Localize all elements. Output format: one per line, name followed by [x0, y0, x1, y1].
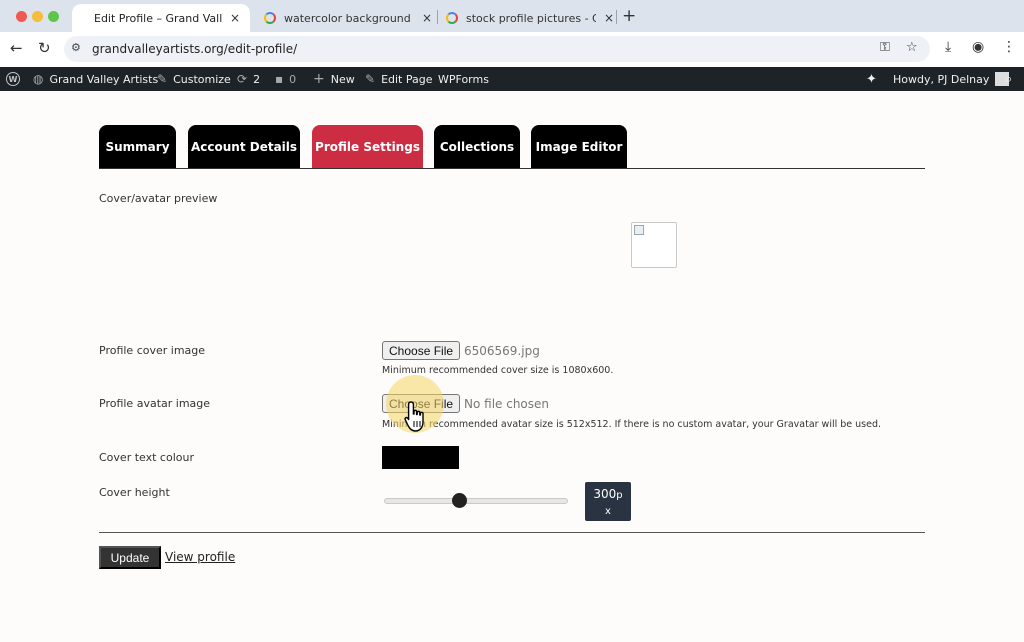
google-icon: [264, 12, 276, 24]
cover-file-name: 6506569.jpg: [464, 344, 540, 358]
close-icon[interactable]: ×: [230, 11, 240, 25]
comments-count: 0: [289, 72, 297, 86]
menu-icon[interactable]: ⋮: [1002, 39, 1016, 55]
height-unit: p: [616, 490, 623, 501]
height-unit: x: [605, 506, 611, 517]
cover-text-colour-picker[interactable]: [382, 446, 459, 469]
password-key-icon[interactable]: ⚿: [880, 40, 890, 55]
tab-label: Account Details: [190, 139, 298, 154]
wordpress-icon: W: [6, 72, 20, 86]
cover-choose-file-button[interactable]: Choose File: [382, 341, 461, 360]
cover-image-label: Profile cover image: [99, 344, 206, 357]
close-icon[interactable]: ×: [604, 11, 614, 25]
cover-text-colour-label: Cover text colour: [99, 451, 194, 464]
wpforms-menu[interactable]: WPForms: [438, 67, 489, 91]
tab-title: Edit Profile – Grand Valley Artists: [94, 11, 222, 25]
new-label: New: [330, 72, 355, 86]
edit-page-label: Edit Page: [381, 72, 433, 86]
avatar-file-name: No file chosen: [464, 397, 550, 411]
tab-separator: [437, 10, 438, 24]
customize-link[interactable]: ✎ Customize: [157, 67, 231, 91]
browser-toolbar: ← ↻ ⚙ grandvalleyartists.org/edit-profil…: [0, 32, 1024, 67]
plus-icon: +: [313, 71, 325, 87]
cover-height-label: Cover height: [99, 486, 170, 499]
howdy-label: Howdy, PJ Delnay: [893, 72, 990, 86]
comments-link[interactable]: ▪ 0: [275, 67, 296, 91]
tab-label: Profile Settings: [315, 139, 420, 154]
dashboard-icon: ◍: [33, 72, 44, 86]
new-content-menu[interactable]: + New: [313, 67, 355, 91]
tab-title: watercolor background images: [284, 11, 414, 25]
my-account-menu[interactable]: Howdy, PJ Delnay: [893, 67, 1010, 91]
customize-label: Customize: [173, 72, 231, 86]
close-window-button[interactable]: [16, 11, 27, 22]
wp-admin-bar: W ◍ Grand Valley Artists ✎ Customize ⟳ 2…: [0, 67, 1024, 91]
profile-icon[interactable]: ◉: [972, 39, 984, 55]
ai-assistant-button[interactable]: ✦: [866, 67, 883, 91]
tab-title: stock profile pictures - Google: [466, 11, 596, 25]
tabs-divider: [99, 168, 925, 169]
tab-collections[interactable]: Collections: [434, 125, 520, 168]
height-number: 300: [593, 487, 617, 501]
back-arrow-icon[interactable]: ←: [10, 39, 23, 57]
tab-account-details[interactable]: Account Details: [188, 125, 300, 168]
comments-icon: ▪: [275, 72, 284, 86]
site-name: Grand Valley Artists: [49, 72, 159, 86]
pencil-icon: ✎: [365, 72, 376, 86]
cover-avatar-preview-image: [631, 222, 677, 268]
wpforms-label: WPForms: [438, 72, 489, 86]
tab-image-editor[interactable]: Image Editor: [531, 125, 627, 168]
wp-logo-menu[interactable]: W: [6, 67, 20, 91]
tab-label: Image Editor: [535, 139, 623, 154]
update-button[interactable]: Update: [99, 546, 161, 569]
updates-link[interactable]: ⟳ 2: [237, 67, 260, 91]
browser-tab-strip: Edit Profile – Grand Valley Artists × wa…: [0, 0, 1024, 32]
view-profile-link[interactable]: View profile: [165, 550, 235, 564]
download-icon[interactable]: ⤓: [945, 39, 951, 55]
tab-label: Collections: [439, 139, 515, 154]
cover-size-hint: Minimum recommended cover size is 1080x6…: [382, 365, 614, 376]
avatar-image-label: Profile avatar image: [99, 397, 211, 410]
close-icon[interactable]: ×: [422, 11, 432, 25]
preview-label: Cover/avatar preview: [99, 192, 218, 205]
address-bar[interactable]: ⚙ grandvalleyartists.org/edit-profile/ ⚿…: [64, 36, 930, 62]
sparkle-icon: ✦: [866, 71, 877, 87]
reload-icon[interactable]: ↻: [38, 39, 51, 57]
cover-height-value: 300p x: [585, 482, 631, 521]
minimize-window-button[interactable]: [32, 11, 43, 22]
tab-summary[interactable]: Summary: [99, 125, 176, 168]
maximize-window-button[interactable]: [48, 11, 59, 22]
edit-page-link[interactable]: ✎ Edit Page: [365, 67, 433, 91]
google-icon: [446, 12, 458, 24]
updates-count: 2: [253, 72, 261, 86]
tab-profile-settings[interactable]: Profile Settings: [312, 125, 423, 168]
admin-search-button[interactable]: ⌕: [1005, 67, 1012, 91]
form-divider: [99, 532, 925, 533]
browser-tab-stock-pictures[interactable]: stock profile pictures - Google ×: [440, 4, 618, 32]
slider-handle[interactable]: [451, 493, 467, 508]
updates-icon: ⟳: [237, 72, 248, 86]
tab-separator: [616, 10, 617, 24]
new-tab-button[interactable]: +: [622, 6, 636, 26]
url-text: grandvalleyartists.org/edit-profile/: [92, 42, 298, 56]
avatar-size-hint: Minimum recommended avatar size is 512x5…: [382, 419, 882, 430]
site-name-menu[interactable]: ◍ Grand Valley Artists: [33, 67, 158, 91]
cover-height-slider[interactable]: [384, 498, 568, 504]
tab-label: Summary: [105, 139, 170, 154]
hand-cursor-icon: [404, 401, 424, 432]
brush-icon: ✎: [157, 72, 168, 86]
bookmark-star-icon[interactable]: ☆: [906, 40, 918, 55]
search-icon: ⌕: [1005, 71, 1013, 87]
site-info-icon[interactable]: ⚙: [71, 41, 81, 54]
browser-tab-watercolor[interactable]: watercolor background images ×: [258, 4, 436, 32]
browser-tab-edit-profile[interactable]: Edit Profile – Grand Valley Artists ×: [72, 4, 250, 32]
